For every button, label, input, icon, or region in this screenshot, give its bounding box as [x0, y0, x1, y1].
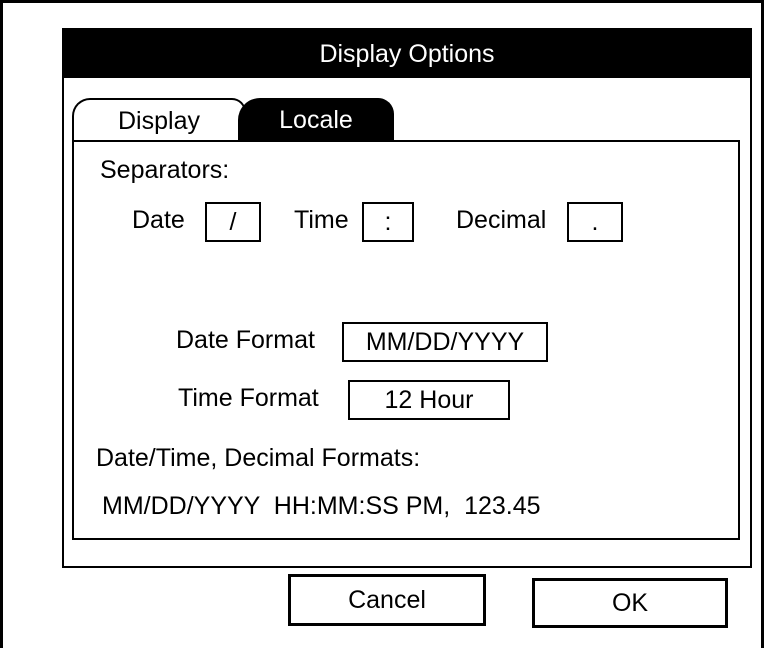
- preview-label: Date/Time, Decimal Formats:: [96, 444, 421, 472]
- date-separator-label: Date: [132, 206, 185, 234]
- decimal-separator-field[interactable]: .: [567, 202, 623, 242]
- time-format-field[interactable]: 12 Hour: [348, 380, 510, 420]
- ok-button[interactable]: OK: [532, 578, 728, 628]
- dialog-title: Display Options: [64, 30, 750, 78]
- cancel-button[interactable]: Cancel: [288, 574, 486, 626]
- tab-locale[interactable]: Locale: [238, 98, 394, 142]
- tab-display[interactable]: Display: [72, 98, 246, 142]
- date-format-label: Date Format: [176, 326, 315, 354]
- locale-tab-panel: Separators: Date / Time : Decimal . Date…: [72, 140, 740, 540]
- time-format-label: Time Format: [178, 384, 319, 412]
- date-separator-field[interactable]: /: [205, 202, 261, 242]
- frame-left-border: [0, 0, 3, 648]
- preview-value: MM/DD/YYYY HH:MM:SS PM, 123.45: [102, 492, 541, 520]
- time-separator-field[interactable]: :: [362, 202, 414, 242]
- frame-top-border: [0, 0, 764, 3]
- time-separator-label: Time: [294, 206, 349, 234]
- display-options-dialog: Display Options Display Locale Separator…: [62, 28, 752, 568]
- separators-heading: Separators:: [100, 156, 230, 184]
- date-format-field[interactable]: MM/DD/YYYY: [342, 322, 548, 362]
- decimal-separator-label: Decimal: [456, 206, 547, 234]
